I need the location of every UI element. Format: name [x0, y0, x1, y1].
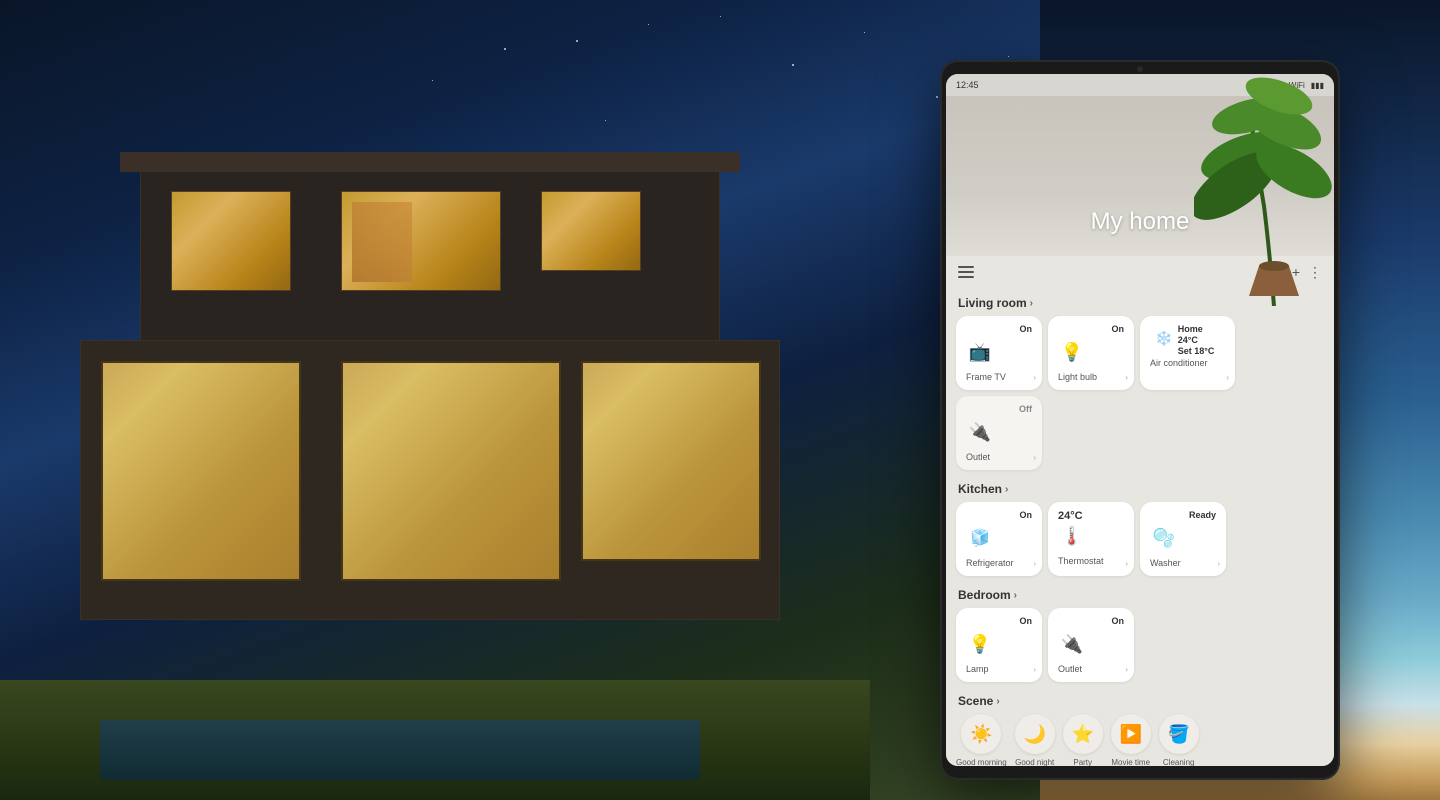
party-icon: ⭐: [1063, 714, 1103, 754]
bedroom-devices: On 💡 Lamp › On 🔌 Outlet ›: [956, 608, 1324, 682]
scene-good-night[interactable]: 🌙 Good night: [1015, 714, 1055, 766]
cleaning-label: Cleaning: [1163, 758, 1195, 766]
outlet-lr-name: Outlet: [966, 452, 1032, 462]
tablet-screen: 12:45 ●●● WiFi ▮▮▮ My home: [946, 74, 1334, 766]
refrigerator-name: Refrigerator: [966, 558, 1032, 568]
tablet-camera: [1137, 66, 1143, 72]
home-title: My home: [1091, 208, 1190, 236]
tablet-header: My home: [946, 96, 1334, 256]
frame-tv-status: On: [966, 324, 1032, 334]
kitchen-chevron: ›: [1005, 484, 1008, 495]
light-bulb-chevron: ›: [1125, 373, 1128, 382]
lamp-icon: 💡: [966, 630, 994, 658]
lamp-name: Lamp: [966, 664, 1032, 674]
good-night-label: Good night: [1015, 758, 1054, 766]
refrigerator-icon: 🧊: [966, 524, 994, 552]
kitchen-devices: On 🧊 Refrigerator › 24°C 🌡️ Thermostat ›…: [956, 502, 1324, 576]
bedroom-chevron: ›: [1014, 590, 1017, 601]
device-thermostat[interactable]: 24°C 🌡️ Thermostat ›: [1048, 502, 1134, 576]
device-air-conditioner[interactable]: ❄️ Home 24°C Set 18°C Air conditioner ›: [1140, 316, 1235, 390]
lamp-chevron: ›: [1033, 665, 1036, 674]
scene-movie-time[interactable]: ▶️ Movie time: [1111, 714, 1151, 766]
device-refrigerator[interactable]: On 🧊 Refrigerator ›: [956, 502, 1042, 576]
light-bulb-name: Light bulb: [1058, 372, 1124, 382]
section-bedroom[interactable]: Bedroom ›: [956, 580, 1324, 608]
outlet-lr-status: Off: [966, 404, 1032, 414]
thermostat-status: 24°C: [1058, 510, 1124, 522]
good-morning-icon: ☀️: [961, 714, 1001, 754]
outlet-lr-icon: 🔌: [966, 418, 994, 446]
light-bulb-icon: 💡: [1058, 338, 1086, 366]
frame-tv-name: Frame TV: [966, 372, 1032, 382]
thermostat-chevron: ›: [1125, 559, 1128, 568]
menu-icon[interactable]: [958, 266, 974, 278]
light-bulb-status: On: [1058, 324, 1124, 334]
scene-cleaning[interactable]: 🪣 Cleaning: [1159, 714, 1199, 766]
washer-icon: 🫧: [1150, 524, 1178, 552]
tablet-device: 12:45 ●●● WiFi ▮▮▮ My home: [940, 60, 1340, 780]
device-outlet-bed[interactable]: On 🔌 Outlet ›: [1048, 608, 1134, 682]
frame-tv-icon: 📺: [966, 338, 994, 366]
good-morning-label: Good morning: [956, 758, 1007, 766]
thermostat-name: Thermostat: [1058, 556, 1124, 566]
washer-chevron: ›: [1217, 559, 1220, 568]
outlet-bed-name: Outlet: [1058, 664, 1124, 674]
lamp-status: On: [966, 616, 1032, 626]
ac-name: Air conditioner: [1150, 358, 1225, 368]
outlet-bed-status: On: [1058, 616, 1124, 626]
ac-temp: Home 24°C Set 18°C: [1178, 324, 1225, 356]
ac-chevron: ›: [1226, 373, 1229, 382]
ac-icon: ❄️: [1150, 324, 1178, 352]
section-kitchen[interactable]: Kitchen ›: [956, 474, 1324, 502]
scene-grid: ☀️ Good morning 🌙 Good night ⭐ Party ▶️ …: [956, 714, 1324, 766]
scene-party[interactable]: ⭐ Party: [1063, 714, 1103, 766]
house-scene: [0, 100, 870, 800]
section-scene[interactable]: Scene ›: [956, 686, 1324, 714]
device-washer[interactable]: Ready 🫧 Washer ›: [1140, 502, 1226, 576]
washer-name: Washer: [1150, 558, 1216, 568]
status-time: 12:45: [956, 80, 979, 90]
bedroom-label: Bedroom: [958, 588, 1011, 602]
movie-time-label: Movie time: [1111, 758, 1150, 766]
refrigerator-chevron: ›: [1033, 559, 1036, 568]
tablet-content: Living room › On 📺 Frame TV › On 💡 Light…: [946, 288, 1334, 766]
scene-label: Scene: [958, 694, 993, 708]
good-night-icon: 🌙: [1015, 714, 1055, 754]
living-room-label: Living room: [958, 296, 1027, 310]
outlet-bed-chevron: ›: [1125, 665, 1128, 674]
party-label: Party: [1073, 758, 1092, 766]
device-light-bulb[interactable]: On 💡 Light bulb ›: [1048, 316, 1134, 390]
living-room-devices: On 📺 Frame TV › On 💡 Light bulb › ❄️: [956, 316, 1324, 470]
cleaning-icon: 🪣: [1159, 714, 1199, 754]
kitchen-label: Kitchen: [958, 482, 1002, 496]
outlet-lr-chevron: ›: [1033, 453, 1036, 462]
scene-good-morning[interactable]: ☀️ Good morning: [956, 714, 1007, 766]
washer-status: Ready: [1150, 510, 1216, 520]
thermostat-icon: 🌡️: [1058, 522, 1086, 550]
device-lamp[interactable]: On 💡 Lamp ›: [956, 608, 1042, 682]
scene-chevron: ›: [996, 696, 999, 707]
device-outlet-lr[interactable]: Off 🔌 Outlet ›: [956, 396, 1042, 470]
refrigerator-status: On: [966, 510, 1032, 520]
frame-tv-chevron: ›: [1033, 373, 1036, 382]
movie-time-icon: ▶️: [1111, 714, 1151, 754]
plant-decoration: [1194, 74, 1334, 306]
outlet-bed-icon: 🔌: [1058, 630, 1086, 658]
device-frame-tv[interactable]: On 📺 Frame TV ›: [956, 316, 1042, 390]
living-room-chevron: ›: [1030, 298, 1033, 309]
